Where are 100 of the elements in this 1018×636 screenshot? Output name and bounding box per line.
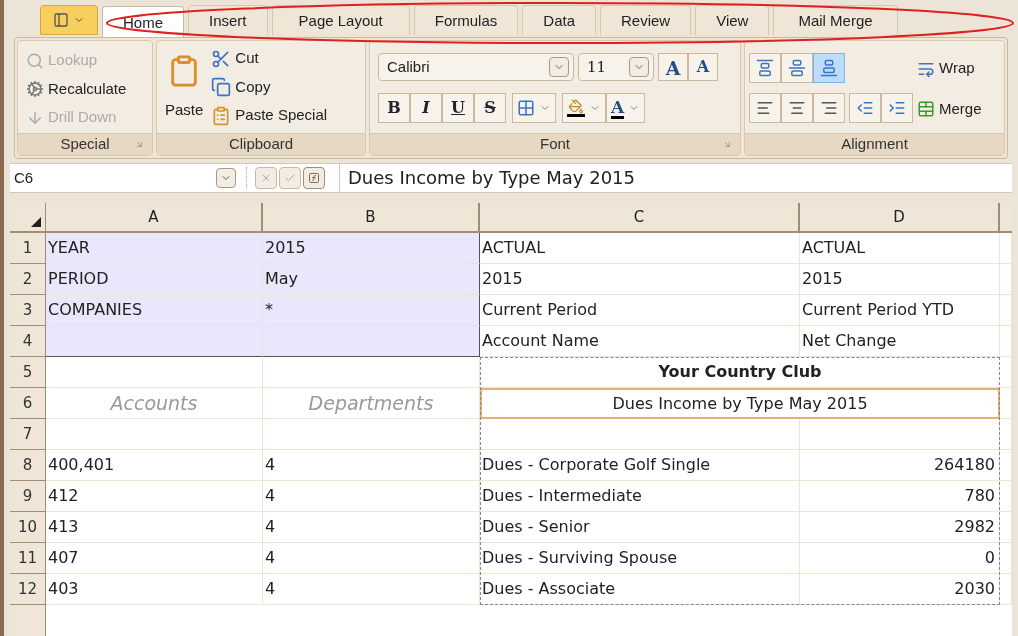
name-box[interactable]: C6 [10, 163, 240, 192]
grid-icon [517, 99, 535, 118]
row-header[interactable]: 11 [10, 543, 46, 574]
row-header[interactable]: 7 [10, 419, 46, 450]
formula-field[interactable]: Dues Income by Type May 2015 [339, 163, 1012, 192]
table-cell: ACTUAL [480, 233, 800, 264]
indent-button[interactable] [849, 93, 881, 124]
cancel-button[interactable] [255, 166, 277, 189]
ribbon-button[interactable]: Paste Special [211, 104, 328, 127]
table-cell: 412 [46, 481, 263, 512]
copy-icon [211, 77, 232, 97]
row-header[interactable]: 4 [10, 326, 46, 357]
table-cell [1000, 233, 1012, 264]
insert-function-button[interactable] [303, 166, 325, 189]
column-header[interactable]: B [263, 203, 480, 233]
grow-font-button[interactable]: A [658, 53, 688, 82]
table-cell [1000, 481, 1012, 512]
table-cell: Account Name [480, 326, 800, 357]
ribbon-tab[interactable]: Insert [188, 5, 268, 36]
table-cell: 400,401 [46, 450, 263, 481]
table-cell [1000, 512, 1012, 543]
group-title: Clipboard [228, 133, 294, 154]
report-subtitle: Dues Income by Type May 2015 [612, 392, 868, 415]
table-cell: 4 [263, 512, 480, 543]
row-header[interactable]: 3 [10, 295, 46, 326]
table-cell: Dues - Surviving Spouse [480, 543, 800, 574]
row-header[interactable]: 1 [10, 233, 46, 264]
table-cell: 2015 [800, 264, 1000, 295]
ribbon-tab[interactable]: Review [600, 5, 692, 36]
ribbon-button[interactable]: Copy [211, 75, 328, 99]
vertical-align-button[interactable] [749, 53, 781, 84]
row-header[interactable]: 2 [10, 264, 46, 295]
ribbon-button[interactable]: Cut [211, 47, 328, 70]
table-cell: 264180 [800, 450, 1000, 481]
app-menu-button[interactable] [40, 5, 98, 36]
table-cell: 4 [263, 481, 480, 512]
fill-color-button[interactable] [562, 93, 606, 124]
table-cell: 4 [263, 450, 480, 481]
ribbon-tab[interactable]: Mail Merge [773, 5, 898, 36]
table-cell: Dues - Intermediate [480, 481, 800, 512]
table-cell: 2030 [800, 574, 1000, 605]
table-cell: PERIOD [46, 264, 263, 295]
format-button[interactable]: S [474, 93, 506, 124]
paste-button[interactable]: Paste [165, 47, 204, 133]
row-header[interactable]: 12 [10, 574, 46, 605]
font-size-field[interactable]: 11 [578, 53, 654, 82]
ribbon-tab[interactable]: Data [522, 5, 596, 36]
group-title: Alignment [841, 133, 908, 154]
row-header[interactable]: 6 [10, 388, 46, 419]
vertical-align-button[interactable] [813, 53, 845, 84]
table-cell [1000, 543, 1012, 574]
align-button[interactable] [749, 93, 781, 124]
table-cell [1000, 264, 1012, 295]
column-header[interactable]: C [480, 203, 800, 233]
table-cell: 2015 [480, 264, 800, 295]
group-title: Special [60, 133, 110, 154]
table-cell [1000, 574, 1012, 605]
align-button[interactable] [781, 93, 813, 124]
dropdown-button[interactable] [549, 57, 569, 78]
ribbon-tab[interactable]: View [695, 5, 770, 36]
format-button[interactable]: B [378, 93, 410, 124]
row-header[interactable]: 8 [10, 450, 46, 481]
column-label: Accounts [46, 388, 263, 419]
font-color-button[interactable]: A [606, 93, 646, 124]
indent-button[interactable] [881, 93, 913, 124]
table-cell: 4 [263, 574, 480, 605]
table-cell: COMPANIES [46, 295, 263, 326]
align-icon [820, 59, 838, 78]
gear-icon [26, 80, 44, 98]
format-button[interactable]: U [442, 93, 474, 124]
row-header[interactable]: 5 [10, 357, 46, 388]
merge-cells-icon [917, 100, 935, 118]
panel-icon [53, 12, 69, 29]
dropdown-button[interactable] [629, 57, 649, 78]
column-label: Departments [263, 388, 480, 419]
align-button[interactable] [813, 93, 845, 124]
vertical-align-button[interactable] [781, 53, 813, 84]
row-header[interactable] [10, 605, 46, 636]
borders-button[interactable] [512, 93, 556, 124]
table-cell: May [263, 264, 480, 295]
ribbon-tab[interactable]: Formulas [413, 5, 519, 36]
column-header[interactable]: A [46, 203, 263, 233]
table-cell: 780 [800, 481, 1000, 512]
ribbon-tab[interactable]: Page Layout [271, 5, 410, 36]
align-icon [788, 59, 806, 78]
ribbon-button[interactable]: Recalculate [26, 77, 144, 101]
column-header[interactable]: D [800, 203, 1000, 233]
row-header[interactable]: 10 [10, 512, 46, 543]
table-cell [1000, 450, 1012, 481]
format-button[interactable]: I [410, 93, 442, 124]
row-header[interactable]: 9 [10, 481, 46, 512]
table-cell [1000, 388, 1012, 419]
merge-button[interactable]: Merge [917, 97, 982, 121]
wrap-text-button[interactable]: Wrap [917, 57, 982, 80]
shrink-font-button[interactable]: A [688, 53, 718, 82]
paint-bucket-icon [567, 99, 585, 118]
font-name-field[interactable]: Calibri [378, 53, 574, 82]
dropdown-button[interactable] [216, 167, 236, 188]
table-cell: Dues - Corporate Golf Single [480, 450, 800, 481]
table-cell: Current Period YTD [800, 295, 1000, 326]
